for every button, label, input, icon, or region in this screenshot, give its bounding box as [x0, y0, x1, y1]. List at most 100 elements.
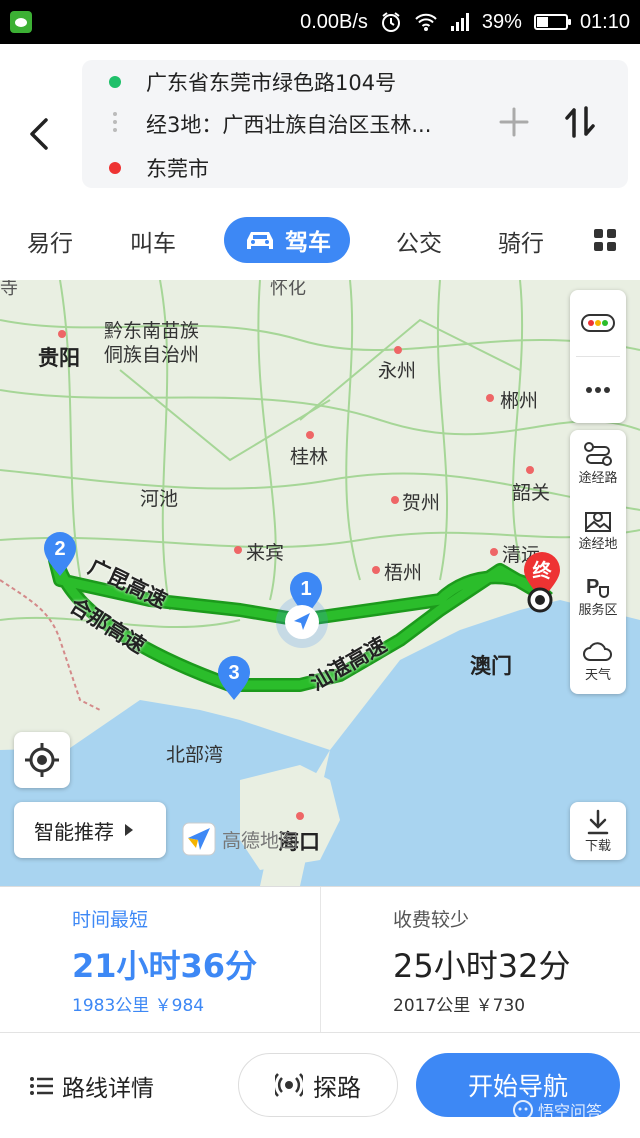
weather-label: 天气 [584, 667, 611, 683]
more-options[interactable] [570, 357, 626, 423]
add-waypoint-icon[interactable] [496, 104, 532, 140]
download-button[interactable]: 下载 [570, 802, 626, 860]
origin-row[interactable]: 广东省东莞市绿色路104号 [82, 62, 482, 102]
route-options: 时间最短 21小时36分 1983公里 ￥984 收费较少 25小时32分 20… [0, 886, 640, 1033]
download-icon [587, 809, 609, 834]
amap-brand-label: 高德地图 [222, 829, 299, 852]
wifi-icon [415, 13, 437, 31]
battery-icon [533, 14, 571, 30]
traffic-icon [581, 314, 615, 332]
route-option-meta: 2017公里 ￥730 [393, 996, 526, 1016]
waypoint-place-button[interactable]: 途经地 [570, 496, 626, 562]
waypoint-2-number: 2 [54, 538, 65, 560]
route-input-panel: 广东省东莞市绿色路104号 经3地：广西壮族自治区玉林... 东莞市 [82, 60, 628, 188]
tab-taxi[interactable]: 叫车 [130, 224, 176, 258]
traffic-toggle[interactable] [570, 290, 626, 356]
transport-tabs: 易行 叫车 驾车 公交 骑行 [0, 214, 640, 270]
wukong-logo-icon [513, 1100, 533, 1120]
battery-percent: 39% [481, 10, 522, 33]
route-option-meta: 1983公里 ￥984 [72, 996, 205, 1016]
city-label: 郴州 [500, 390, 539, 412]
route-option-duration: 25小时32分 [393, 947, 571, 985]
route-option-title: 时间最短 [72, 909, 149, 931]
city-label: 桂林 [290, 446, 329, 468]
weather-cloud-icon [583, 641, 612, 661]
city-label: 梧州 [384, 562, 423, 584]
waypoints-label: 经3地：广西壮族自治区玉林... [146, 113, 432, 137]
current-position [276, 596, 328, 648]
amap-brand: 高德地图 [182, 822, 298, 856]
city-label: 韶关 [512, 482, 551, 504]
origin-label: 广东省东莞市绿色路104号 [146, 71, 397, 95]
origin-location-marker [527, 587, 553, 613]
waypoint-road-label: 途经路 [578, 470, 618, 486]
download-label: 下载 [584, 838, 611, 854]
play-triangle-icon [125, 824, 133, 836]
service-area-icon: P [586, 576, 609, 598]
alarm-icon [381, 12, 400, 32]
tab-easy-travel[interactable]: 易行 [27, 224, 73, 258]
network-speed: 0.00B/s [300, 10, 368, 33]
route-details-label: 路线详情 [62, 1076, 154, 1102]
city-label: 河池 [140, 488, 179, 510]
tab-bike[interactable]: 骑行 [498, 224, 544, 258]
route-option-duration: 21小时36分 [72, 947, 258, 985]
city-label: 寺 [0, 280, 18, 299]
route-header: 广东省东莞市绿色路104号 经3地：广西壮族自治区玉林... 东莞市 易行 叫车… [0, 44, 640, 280]
watermark-label: 悟空问答 [538, 1102, 603, 1121]
city-label: 澳门 [470, 654, 512, 678]
tab-bus[interactable]: 公交 [396, 224, 442, 258]
route-details-button[interactable]: 路线详情 [30, 1069, 154, 1103]
wechat-notification-icon [10, 11, 32, 33]
destination-row[interactable]: 东莞市 [82, 148, 482, 188]
destination-label: 东莞市 [146, 157, 209, 181]
swap-route-icon[interactable] [560, 102, 600, 142]
map-tools-panel: 途经路 途经地 P 服务区 天气 [570, 430, 626, 694]
waypoint-2-marker[interactable]: 2 [40, 528, 80, 578]
city-label: 黔东南苗族 [104, 320, 200, 342]
list-icon [30, 1077, 53, 1095]
car-icon [247, 232, 273, 249]
status-indicators: 0.00B/s 39% 01:10 [300, 0, 630, 44]
probe-road-button[interactable]: 探路 [238, 1053, 398, 1117]
waypoint-3-number: 3 [228, 662, 239, 684]
city-label: 贵阳 [38, 346, 80, 370]
city-label: 来宾 [246, 542, 285, 564]
map-pin-icon [585, 511, 611, 532]
route-option-cheaper[interactable]: 收费较少 25小时32分 2017公里 ￥730 [320, 887, 640, 1033]
clock: 01:10 [579, 10, 630, 33]
waypoint-3-marker[interactable]: 3 [214, 652, 254, 702]
more-dots-icon [586, 387, 610, 393]
city-label: 侗族自治州 [104, 344, 200, 366]
city-label: 怀化 [270, 280, 306, 299]
origin-dot-icon [109, 76, 121, 88]
back-arrow-icon[interactable] [22, 114, 58, 154]
service-area-label: 服务区 [578, 602, 618, 618]
map-view[interactable]: 寺 怀化 贵阳 黔东南苗族 侗族自治州 永州 郴州 桂林 河池 贺州 韶关 来宾… [0, 280, 640, 886]
waypoint-place-label: 途经地 [578, 536, 618, 552]
radar-signal-icon [275, 1073, 303, 1097]
crosshair-icon [25, 743, 59, 777]
battery-fill [536, 17, 548, 27]
smart-recommend-button[interactable]: 智能推荐 [14, 802, 166, 858]
city-label: 永州 [378, 360, 417, 382]
signal-icon [450, 13, 469, 31]
destination-marker-label: 终 [532, 559, 552, 582]
tab-drive-label: 驾车 [285, 230, 331, 256]
watermark: 悟空问答 [512, 1098, 602, 1122]
more-modes-grid-icon[interactable] [593, 228, 617, 252]
locate-me-button[interactable] [14, 732, 70, 788]
waypoints-row[interactable]: 经3地：广西壮族自治区玉林... [82, 104, 482, 144]
smart-recommend-label: 智能推荐 [34, 819, 114, 844]
tab-drive[interactable]: 驾车 [224, 217, 350, 263]
route-option-fastest[interactable]: 时间最短 21小时36分 1983公里 ￥984 [0, 887, 320, 1033]
waypoint-road-button[interactable]: 途经路 [570, 430, 626, 496]
weather-button[interactable]: 天气 [570, 628, 626, 694]
service-area-button[interactable]: P 服务区 [570, 562, 626, 628]
svg-text:P: P [586, 576, 599, 598]
route-points-icon [584, 441, 612, 466]
status-bar: 0.00B/s 39% 01:10 [0, 0, 640, 44]
city-label: 贺州 [402, 492, 441, 514]
amap-logo-icon [182, 822, 216, 856]
map-side-panel [570, 290, 626, 423]
